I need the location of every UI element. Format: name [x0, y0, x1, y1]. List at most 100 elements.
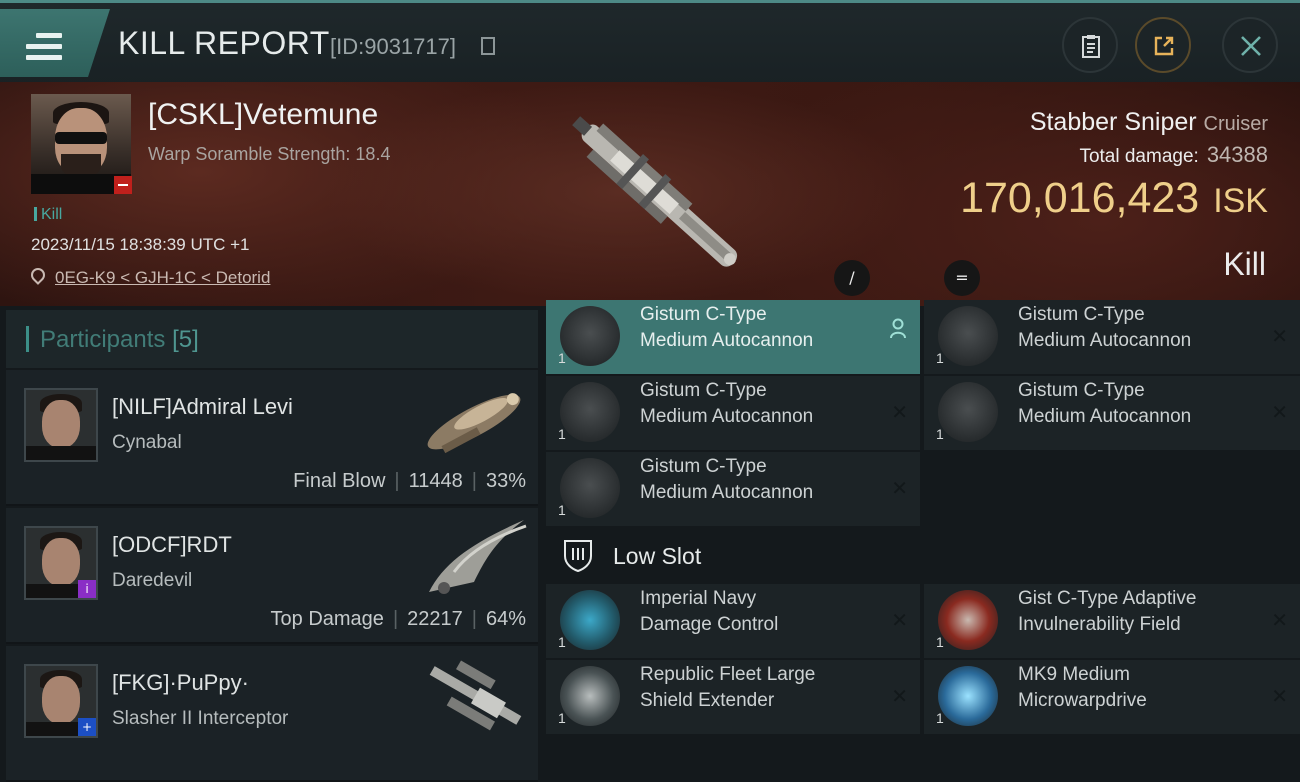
microwarpdrive-icon — [938, 666, 998, 726]
location-pin-icon — [28, 265, 48, 285]
module-name-line1: Gistum C-Type — [640, 380, 767, 401]
module-item[interactable]: 1 Gist C-Type Adaptive Invulnerability F… — [924, 584, 1300, 658]
victim-ship-image — [572, 116, 738, 267]
kill-result: Kill — [1223, 246, 1266, 282]
module-quantity: 1 — [936, 710, 944, 726]
total-damage-label: Total damage: — [1079, 146, 1199, 167]
module-name-line1: Imperial Navy — [640, 588, 757, 609]
module-quantity: 1 — [558, 710, 566, 726]
close-button[interactable] — [1222, 17, 1278, 73]
module-name-line2: Damage Control — [640, 614, 779, 635]
standing-badge — [114, 176, 132, 194]
destroyed-x-icon: ✕ — [1271, 324, 1288, 348]
warp-scramble-strength: Warp Soramble Strength: 18.4 — [148, 144, 391, 164]
participant-stats: Final Blow | 11448 | 33% — [293, 470, 526, 492]
module-name-line2: Medium Autocannon — [640, 482, 814, 503]
report-id: [ID:9031717] — [330, 34, 456, 59]
invulnerability-field-icon — [938, 590, 998, 650]
participants-label: Participants — [40, 326, 166, 353]
module-quantity: 1 — [558, 350, 566, 366]
module-item[interactable]: 1 MK9 Medium Microwarpdrive ✕ — [924, 660, 1300, 734]
module-name-line2: Invulnerability Field — [1018, 614, 1181, 635]
page-title: KILL REPORT — [118, 25, 330, 61]
isk-currency: ISK — [1213, 182, 1268, 220]
participant-card[interactable]: + [FKG]·PuPpy· Slasher II Interceptor — [6, 646, 538, 782]
autocannon-icon — [938, 306, 998, 366]
destroyed-x-icon: ✕ — [891, 608, 908, 632]
module-name-line1: Republic Fleet Large — [640, 664, 816, 685]
module-name: Gistum C-Type Medium Autocannon — [640, 378, 813, 430]
module-quantity: 1 — [936, 634, 944, 650]
participant-percent: 64% — [485, 608, 526, 630]
clipboard-icon — [1082, 35, 1100, 58]
close-icon — [1241, 36, 1261, 56]
plus-badge: + — [78, 718, 96, 736]
module-item[interactable]: 1 Gistum C-Type Medium Autocannon ✕ — [924, 376, 1300, 450]
module-item[interactable]: 1 Republic Fleet Large Shield Extender ✕ — [546, 660, 920, 734]
module-item[interactable]: 1 Imperial Navy Damage Control ✕ — [546, 584, 920, 658]
participant-damage: 22217 — [407, 608, 463, 630]
participant-ship: Slasher II Interceptor — [112, 708, 289, 729]
module-item[interactable]: 1 Gistum C-Type Medium Autocannon — [546, 300, 920, 374]
destroyed-x-icon: ✕ — [891, 684, 908, 708]
share-button[interactable] — [1135, 17, 1191, 73]
total-damage: Total damage: 34388 — [1000, 142, 1268, 168]
participant-damage: 11448 — [408, 470, 463, 492]
participant-ship-image — [429, 520, 527, 594]
corp-badge: i — [78, 580, 96, 598]
module-name-line1: MK9 Medium — [1018, 664, 1130, 685]
participant-role: Final Blow — [293, 470, 386, 492]
destroyed-x-icon: ✕ — [1271, 684, 1288, 708]
location-path[interactable]: 0EG-K9 < GJH-1C < Detorid — [55, 268, 270, 287]
module-name: Gistum C-Type Medium Autocannon — [1018, 302, 1191, 354]
victim-banner: [CSKL]Vetemune Warp Soramble Strength: 1… — [0, 82, 1300, 306]
module-item[interactable]: 1 Gistum C-Type Medium Autocannon ✕ — [924, 300, 1300, 374]
autocannon-icon — [560, 306, 620, 366]
menu-button[interactable] — [0, 9, 110, 77]
low-slot-header: Low Slot — [546, 528, 920, 582]
module-quantity: 1 — [936, 426, 944, 442]
victim-name[interactable]: [CSKL]Vetemune — [148, 98, 378, 132]
total-damage-value: 34388 — [1206, 142, 1268, 167]
equals-control[interactable]: = — [944, 260, 980, 296]
shield-extender-icon — [560, 666, 620, 726]
participant-name: [NILF]Admiral Levi — [112, 394, 293, 419]
module-name-line1: Gistum C-Type — [1018, 380, 1145, 401]
participants-header[interactable]: Participants [5] — [6, 310, 538, 368]
destroyed-x-icon: ✕ — [1271, 608, 1288, 632]
module-name-line2: Medium Autocannon — [640, 330, 814, 351]
share-icon — [1154, 36, 1174, 56]
module-name: Gistum C-Type Medium Autocannon — [640, 302, 813, 354]
kill-location-link[interactable]: 0EG-K9 < GJH-1C < Detorid — [28, 265, 270, 288]
module-name-line2: Medium Autocannon — [1018, 330, 1192, 351]
module-name-line2: Medium Autocannon — [640, 406, 814, 427]
copy-icon[interactable] — [481, 37, 495, 55]
participant-card[interactable]: [NILF]Admiral Levi Cynabal Final Blow | 11… — [6, 370, 538, 506]
module-name-line1: Gistum C-Type — [640, 304, 767, 325]
participant-name: [FKG]·PuPpy· — [112, 670, 249, 695]
module-name-line2: Shield Extender — [640, 690, 775, 711]
victim-ship[interactable]: Stabber Sniper Cruiser — [1018, 108, 1268, 137]
participant-ship: Daredevil — [112, 570, 193, 591]
participant-ship-image — [427, 393, 521, 454]
module-name-line1: Gistum C-Type — [1018, 304, 1145, 325]
module-item[interactable]: 1 Gistum C-Type Medium Autocannon ✕ — [546, 452, 920, 526]
clipboard-button[interactable] — [1062, 17, 1118, 73]
participant-card[interactable]: i [ODCF]RDT Daredevil Top Damage | 22217 | 6… — [6, 508, 538, 644]
module-item[interactable]: 1 Gistum C-Type Medium Autocannon ✕ — [546, 376, 920, 450]
destroyed-x-icon: ✕ — [891, 476, 908, 500]
participant-ship-image — [429, 660, 522, 731]
low-slot-label: Low Slot — [613, 543, 702, 569]
module-name: Imperial Navy Damage Control — [640, 586, 778, 638]
participant-portrait — [24, 388, 98, 462]
menu-icon — [26, 33, 62, 61]
person-icon[interactable] — [890, 318, 906, 340]
module-quantity: 1 — [558, 634, 566, 650]
kill-tag: Kill — [34, 206, 62, 224]
slash-control[interactable]: / — [834, 260, 870, 296]
autocannon-icon — [938, 382, 998, 442]
module-name: Republic Fleet Large Shield Extender — [640, 662, 815, 714]
participant-stats: Top Damage | 22217 | 64% — [270, 608, 526, 630]
header-bar: KILL REPORT [ID:9031717] — [0, 0, 1300, 85]
module-quantity: 1 — [936, 350, 944, 366]
